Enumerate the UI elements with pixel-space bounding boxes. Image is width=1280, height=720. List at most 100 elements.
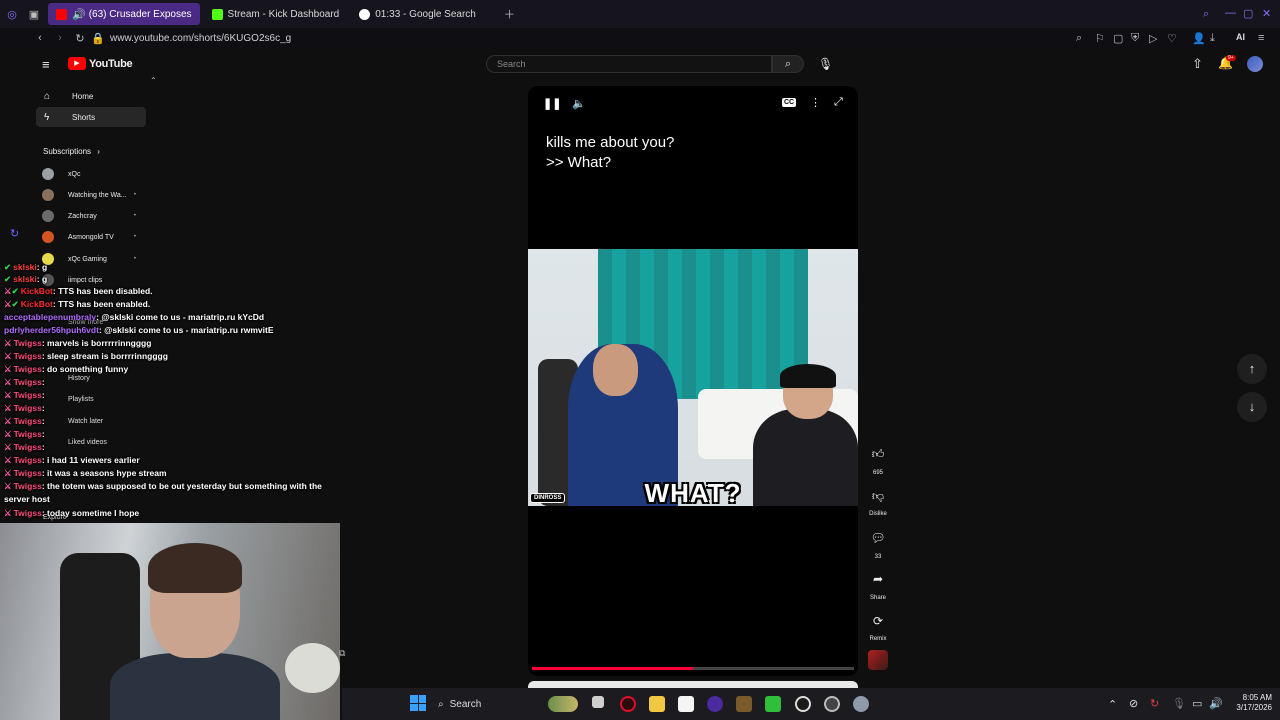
play-icon[interactable]: ▷	[1149, 32, 1157, 45]
new-tab-icon[interactable]: ＋	[504, 6, 515, 22]
hamburger-menu-icon[interactable]: ≡	[42, 57, 50, 72]
subscriptions-header[interactable]: Subscriptions ›	[43, 147, 100, 156]
tray-sync-icon[interactable]: ↻	[1150, 697, 1159, 710]
obs-icon[interactable]	[795, 696, 811, 712]
weather-widget-icon[interactable]	[548, 696, 578, 712]
menu-icon[interactable]: ≡	[1258, 32, 1264, 44]
maximize-icon[interactable]: ▢	[1243, 7, 1253, 20]
browser-logo-icon[interactable]: ◎	[0, 8, 24, 21]
user-badge-icon: ⚔	[4, 338, 12, 348]
ai-button[interactable]: AI	[1236, 32, 1245, 42]
tab-label: 01:33 - Google Search	[375, 8, 476, 20]
sidebar-item-watch-later[interactable]: Watch later	[68, 418, 103, 425]
chat-username: Twigss	[13, 390, 42, 400]
captions-icon[interactable]: CC	[782, 98, 797, 107]
tray-chevron-up-icon[interactable]: ⌃	[1108, 698, 1117, 711]
tab-kick-dashboard[interactable]: Stream - Kick Dashboard	[204, 3, 348, 25]
clock[interactable]: 8:05 AM 3/17/2026	[1228, 693, 1272, 713]
tray-mic-icon[interactable]: 🎙	[1172, 697, 1186, 710]
start-button[interactable]	[410, 695, 426, 711]
chat-message: ⚔ Twigss: sleep stream is borrrrinngggg	[4, 351, 168, 361]
store-icon[interactable]	[678, 696, 694, 712]
back-icon[interactable]: ‹	[30, 32, 50, 44]
heart-icon[interactable]: ♡	[1167, 32, 1177, 45]
zoom-icon[interactable]: ⌕	[1076, 32, 1082, 45]
subscription-item[interactable]: Watching the Wa... •	[42, 187, 146, 203]
remix-icon: ⟳	[872, 614, 884, 628]
subscription-item[interactable]: xQc Gaming •	[42, 251, 146, 267]
taskbar-search[interactable]: ⌕ Search	[438, 694, 538, 714]
volume-tray-icon[interactable]: 🔊	[1209, 697, 1223, 710]
minecraft-icon[interactable]	[736, 696, 752, 712]
tab-google-search[interactable]: 01:33 - Google Search	[351, 3, 484, 25]
chat-message: ⚔✔ KickBot: TTS has been enabled.	[4, 299, 151, 309]
collapse-sidebar-icon[interactable]: ⌃	[150, 76, 157, 85]
settings-gear-icon[interactable]	[853, 696, 869, 712]
xbox-green-icon[interactable]	[765, 696, 781, 712]
channel-avatar	[42, 189, 54, 201]
next-short-button[interactable]: ↓	[1237, 392, 1267, 422]
bookmark-icon[interactable]: ⚐	[1095, 32, 1105, 45]
minimize-icon[interactable]: —	[1225, 7, 1236, 19]
sidebar-item-history[interactable]: History	[68, 375, 90, 382]
subscription-item[interactable]: Asmongold TV •	[42, 229, 146, 245]
search-button[interactable]: ⌕	[772, 55, 804, 73]
youtube-logo-text: YouTube	[89, 57, 133, 70]
youtube-logo[interactable]: ▶ YouTube	[68, 57, 133, 70]
microphone-icon[interactable]: 🎙	[818, 57, 833, 71]
sidebar-item-playlists[interactable]: Playlists	[68, 396, 94, 403]
tab-youtube[interactable]: 🔊 (63) Crusader Exposes	[48, 3, 200, 25]
resize-handle-icon[interactable]: ⧉	[339, 648, 345, 659]
tray-app-icon[interactable]: ⊘	[1129, 697, 1138, 710]
fullscreen-icon[interactable]: ⤢	[834, 96, 843, 109]
search-tabs-icon[interactable]: ⌕	[1203, 8, 1209, 21]
user-badge-icon: ⚔	[4, 390, 12, 400]
chat-username: sklski	[13, 274, 37, 284]
workspaces-icon[interactable]: ▣	[24, 8, 44, 21]
network-icon[interactable]: ▭	[1192, 697, 1202, 710]
shield-icon[interactable]: ⛨	[1131, 32, 1139, 45]
subscription-item[interactable]: xQc	[42, 166, 146, 182]
screenshot-icon[interactable]: ▢	[1113, 32, 1123, 45]
upload-icon[interactable]: ⇧	[1192, 56, 1203, 72]
progress-bar[interactable]	[532, 667, 854, 670]
dislike-button[interactable]: 👎︎	[866, 484, 890, 508]
opera-app-icon[interactable]	[620, 696, 636, 712]
chat-username: Twigss	[13, 468, 42, 478]
volume-icon[interactable]: 🔈	[572, 97, 586, 110]
remix-button[interactable]: ⟳	[866, 609, 890, 633]
sidebar-item-liked-videos[interactable]: Liked videos	[68, 439, 107, 446]
recording-app-icon[interactable]	[824, 696, 840, 712]
more-options-icon[interactable]: ⋮	[810, 96, 821, 109]
subscription-label: Zachcray	[68, 212, 97, 220]
search-input[interactable]: Search	[486, 55, 772, 73]
sidebar-item-label: Home	[72, 91, 94, 101]
comment-icon: 💬︎	[870, 531, 886, 545]
channel-thumbnail[interactable]	[868, 650, 888, 670]
subscription-item[interactable]: Zachcray •	[42, 208, 146, 224]
chat-text: today sometime I hope	[47, 508, 140, 518]
pause-button[interactable]: ❚❚	[543, 97, 561, 110]
download-icon[interactable]: ⤓	[1210, 32, 1215, 45]
kick-favicon-icon	[211, 8, 223, 20]
task-view-icon[interactable]	[592, 696, 604, 708]
chevron-right-icon: ›	[97, 147, 100, 156]
user-badge-icon: ⚔	[4, 508, 12, 518]
previous-short-button[interactable]: ↑	[1237, 354, 1267, 384]
tab-label: (63) Crusader Exposes	[88, 8, 192, 20]
avatar[interactable]	[1247, 56, 1263, 72]
sidebar-item-shorts[interactable]: ϟ Shorts	[36, 107, 146, 127]
forward-icon[interactable]: ›	[50, 32, 70, 44]
file-explorer-icon[interactable]	[649, 696, 665, 712]
like-button[interactable]: 👍︎	[866, 442, 890, 466]
share-button[interactable]: ➦	[866, 567, 890, 591]
reload-icon[interactable]: ↻	[70, 32, 90, 45]
close-window-icon[interactable]: ✕	[1262, 7, 1271, 20]
url-field[interactable]: www.youtube.com/shorts/6KUGO2s6c_g	[110, 33, 291, 44]
profile-icon[interactable]: 👤	[1192, 32, 1206, 45]
chat-message: ⚔ Twigss:	[4, 442, 45, 452]
comments-button[interactable]: 💬︎	[866, 526, 890, 550]
browser-app-icon[interactable]	[707, 696, 723, 712]
speaker-icon[interactable]: 🔊	[72, 8, 86, 21]
sidebar-item-home[interactable]: ⌂ Home	[36, 86, 146, 106]
